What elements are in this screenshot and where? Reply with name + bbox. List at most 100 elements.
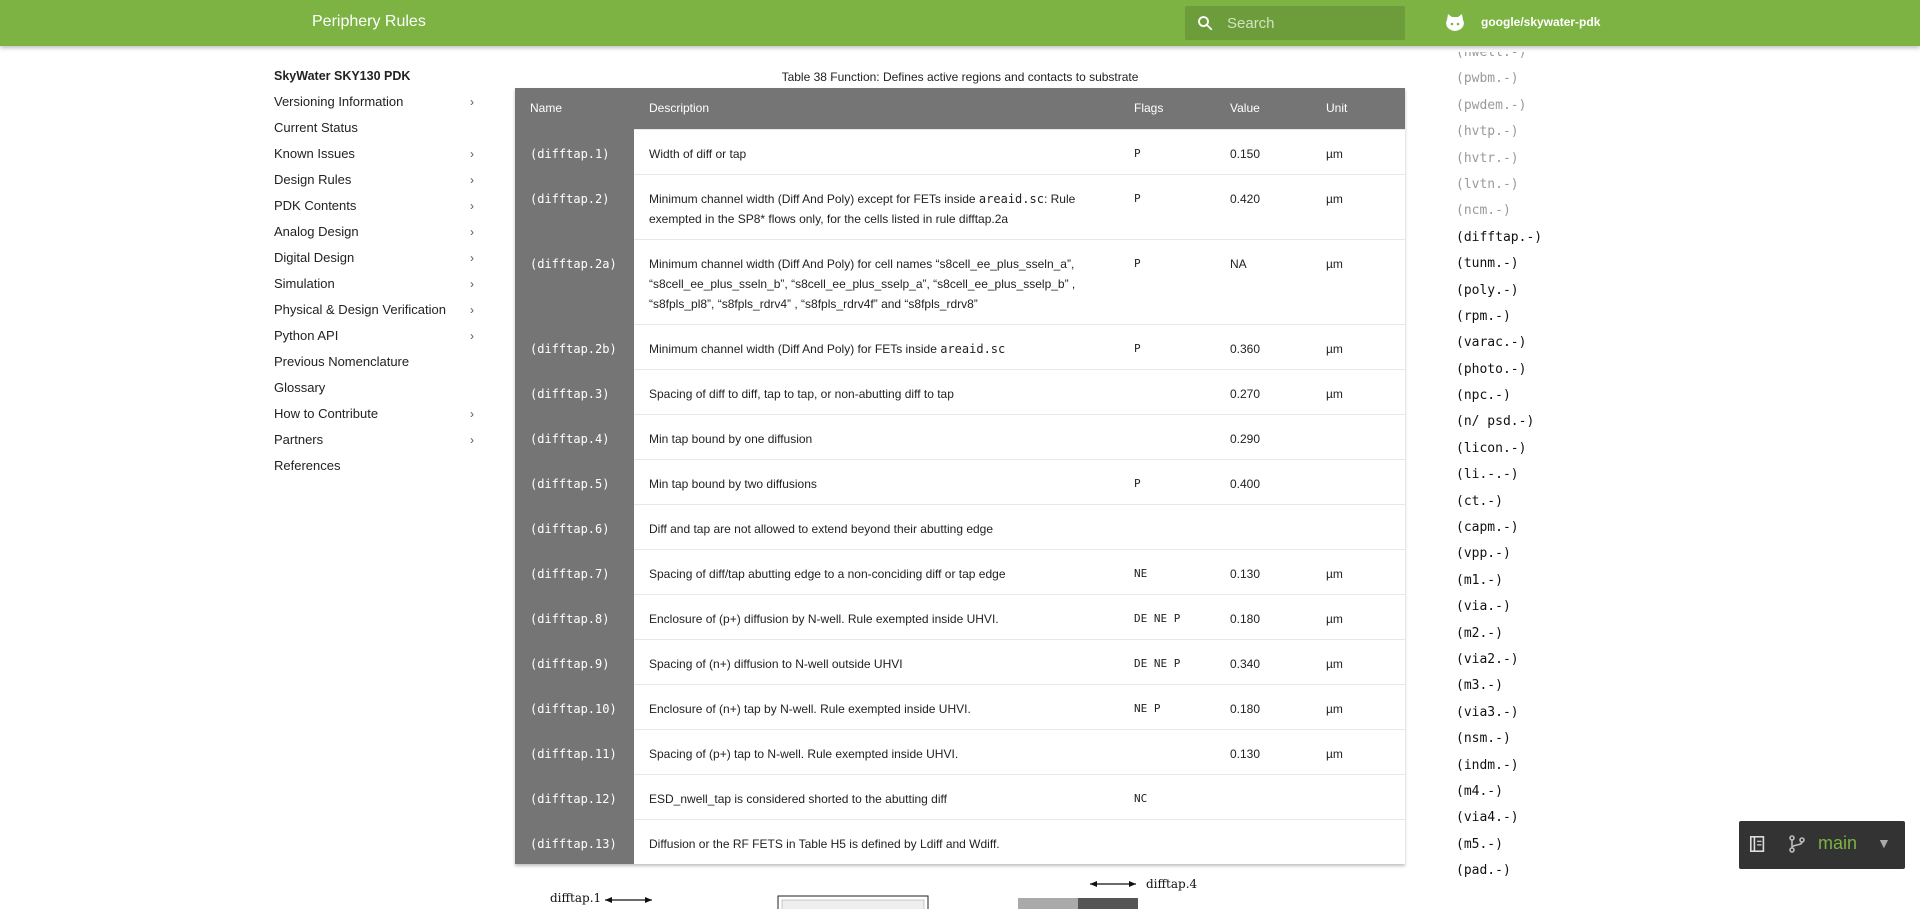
chevron-right-icon[interactable]: ›	[470, 326, 474, 346]
sidebar-item-partners[interactable]: Partners ›	[274, 430, 474, 456]
sidebar-item-versioning-information[interactable]: Versioning Information ›	[274, 92, 474, 118]
git-branch-icon	[1789, 835, 1805, 853]
rule-description: Diffusion or the RF FETS in Table H5 is …	[634, 818, 1119, 864]
toc-link[interactable]: (rpm.-)	[1456, 304, 1596, 330]
sidebar-item-label: Simulation	[274, 276, 335, 291]
toc-link[interactable]: (via3.-)	[1456, 700, 1596, 726]
chevron-right-icon[interactable]: ›	[470, 144, 474, 164]
search-input[interactable]: Search	[1227, 15, 1275, 32]
sidebar-item-python-api[interactable]: Python API ›	[274, 326, 474, 352]
sidebar-item-references[interactable]: References	[274, 456, 474, 482]
toc-link[interactable]: (vpp.-)	[1456, 541, 1596, 567]
rule-figures: difftap.1 difftap.4	[550, 877, 1198, 909]
toc-link[interactable]: (nsm.-)	[1456, 726, 1596, 752]
chevron-right-icon[interactable]: ›	[470, 430, 474, 450]
search-box[interactable]: Search	[1185, 6, 1405, 40]
table-row: (difftap.4) Min tap bound by one diffusio…	[515, 413, 1405, 459]
rule-name: (difftap.11)	[515, 728, 634, 774]
search-icon	[1198, 16, 1213, 31]
toc-link[interactable]: (m1.-)	[1456, 568, 1596, 594]
chevron-right-icon[interactable]: ›	[470, 196, 474, 216]
sidebar-item-digital-design[interactable]: Digital Design ›	[274, 248, 474, 274]
toc-link[interactable]: (hvtp.-)	[1456, 119, 1596, 145]
rule-description: Width of diff or tap	[634, 128, 1119, 174]
version-label: main	[1818, 833, 1858, 853]
chevron-right-icon[interactable]: ›	[470, 274, 474, 294]
toc-link[interactable]: (m5.-)	[1456, 832, 1596, 858]
rule-value: 0.130	[1215, 728, 1311, 774]
description-text: Min tap bound by one diffusion	[649, 431, 813, 446]
table-row: (difftap.2a) Minimum channel width (Diff …	[515, 238, 1405, 324]
chevron-right-icon[interactable]: ›	[470, 170, 474, 190]
toc-link[interactable]: (m2.-)	[1456, 621, 1596, 647]
rule-unit: µm	[1311, 638, 1405, 684]
toc-link[interactable]: (m4.-)	[1456, 779, 1596, 805]
page-title[interactable]: Periphery Rules	[312, 13, 426, 31]
rule-value: 0.270	[1215, 368, 1311, 414]
sidebar-item-previous-nomenclature[interactable]: Previous Nomenclature	[274, 352, 474, 378]
toc-link[interactable]: (hvtr.-)	[1456, 146, 1596, 172]
toc-link[interactable]: (n/ psd.-)	[1456, 409, 1596, 435]
toc-link[interactable]: (npc.-)	[1456, 383, 1596, 409]
table-row: (difftap.2b) Minimum channel width (Diff …	[515, 323, 1405, 369]
rule-name: (difftap.1)	[515, 128, 634, 174]
toc-link[interactable]: (pad.-)	[1456, 858, 1596, 884]
toc-link[interactable]: (capm.-)	[1456, 515, 1596, 541]
description-text: Width of diff or tap	[649, 146, 747, 161]
sidebar-item-label: Glossary	[274, 380, 326, 395]
sidebar-item-analog-design[interactable]: Analog Design ›	[274, 222, 474, 248]
sidebar-item-known-issues[interactable]: Known Issues ›	[274, 144, 474, 170]
toc-link[interactable]: (pwdem.-)	[1456, 93, 1596, 119]
sidebar-item-simulation[interactable]: Simulation ›	[274, 274, 474, 300]
nav-root-title[interactable]: SkyWater SKY130 PDK	[274, 66, 474, 92]
toc-link[interactable]: (m3.-)	[1456, 673, 1596, 699]
toc-link[interactable]: (via4.-)	[1456, 805, 1596, 831]
page-toc: (nwell.-) (pwbm.-) (pwdem.-) (hvtp.-) (hvtr.…	[1456, 52, 1596, 888]
sidebar-item-how-to-contribute[interactable]: How to Contribute ›	[274, 404, 474, 430]
toc-link[interactable]: (photo.-)	[1456, 357, 1596, 383]
table-row: (difftap.6) Diff and tap are not allowed …	[515, 503, 1405, 549]
sidebar-item-label: Partners	[274, 432, 324, 447]
chevron-down-icon[interactable]: ▼	[1877, 835, 1891, 851]
chevron-right-icon[interactable]: ›	[470, 222, 474, 242]
toc-link[interactable]: (tunm.-)	[1456, 251, 1596, 277]
toc-link[interactable]: (pwbm.-)	[1456, 66, 1596, 92]
sidebar-item-pdk-contents[interactable]: PDK Contents ›	[274, 196, 474, 222]
sidebar-item-design-rules[interactable]: Design Rules ›	[274, 170, 474, 196]
toc-link[interactable]: (li.-.-)	[1456, 462, 1596, 488]
sidebar-item-label: Python API	[274, 328, 339, 343]
version-selector[interactable]: main ▼	[1739, 821, 1905, 869]
toc-link[interactable]: (nwell.-)	[1456, 52, 1596, 66]
rule-description: Min tap bound by two diffusions	[634, 458, 1119, 504]
sidebar-item-label: PDK Contents	[274, 198, 357, 213]
toc-link[interactable]: (ncm.-)	[1456, 198, 1596, 224]
rule-flags: DE NE P	[1119, 638, 1215, 684]
rule-name: (difftap.8)	[515, 593, 634, 639]
sidebar-item-glossary[interactable]: Glossary	[274, 378, 474, 404]
toc-link[interactable]: (indm.-)	[1456, 753, 1596, 779]
sidebar-item-physical-design-verification[interactable]: Physical & Design Verification ›	[274, 300, 474, 326]
toc-link[interactable]: (via2.-)	[1456, 647, 1596, 673]
chevron-right-icon[interactable]: ›	[470, 248, 474, 268]
rule-value: 0.340	[1215, 638, 1311, 684]
top-bar: Periphery Rules Search google/skywater-p…	[0, 0, 1920, 46]
rule-name: (difftap.3)	[515, 368, 634, 414]
toc-link[interactable]: (via.-)	[1456, 594, 1596, 620]
rule-value: 0.180	[1215, 683, 1311, 729]
description-code: areaid.sc	[940, 341, 1006, 356]
rule-description: Spacing of (n+) diffusion to N-well outs…	[634, 638, 1119, 684]
sidebar-item-current-status[interactable]: Current Status	[274, 118, 474, 144]
toc-link[interactable]: (varac.-)	[1456, 330, 1596, 356]
chevron-right-icon[interactable]: ›	[470, 404, 474, 424]
rule-description: Minimum channel width (Diff And Poly) ex…	[634, 173, 1119, 239]
chevron-right-icon[interactable]: ›	[470, 92, 474, 112]
toc-link[interactable]: (difftap.-)	[1456, 225, 1596, 251]
sidebar-item-label: Physical & Design Verification	[274, 302, 446, 317]
description-text: Enclosure of (n+) tap by N-well. Rule ex…	[649, 701, 971, 716]
toc-link[interactable]: (ct.-)	[1456, 489, 1596, 515]
github-icon	[1446, 14, 1464, 31]
chevron-right-icon[interactable]: ›	[470, 300, 474, 320]
toc-link[interactable]: (licon.-)	[1456, 436, 1596, 462]
toc-link[interactable]: (lvtn.-)	[1456, 172, 1596, 198]
toc-link[interactable]: (poly.-)	[1456, 278, 1596, 304]
